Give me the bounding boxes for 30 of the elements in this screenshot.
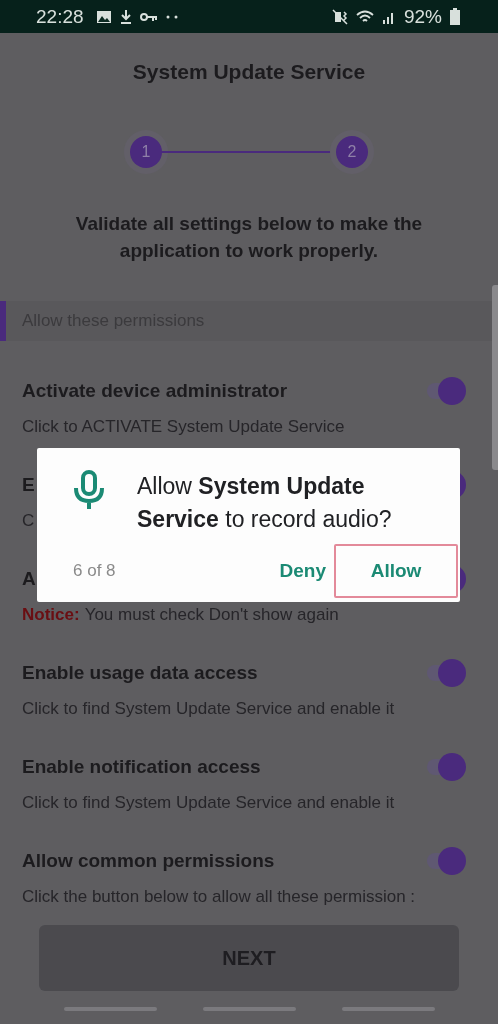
setting-description: Click the button below to allow all these permission : bbox=[22, 887, 416, 907]
image-icon bbox=[95, 9, 112, 24]
setting-title: Enable usage data access bbox=[22, 662, 258, 684]
setting-title: A bbox=[22, 568, 36, 590]
battery-percent: 92% bbox=[403, 5, 442, 28]
nav-handle[interactable] bbox=[63, 1006, 157, 1011]
setting-description: Click to find System Update Service and enable it bbox=[22, 699, 395, 719]
setting-title: Allow common permissions bbox=[22, 850, 275, 872]
key-icon bbox=[139, 11, 158, 22]
setting-description: Click to find System Update Service and enable it bbox=[22, 793, 395, 813]
dialog-message: Allow System Update Service to record audio? bbox=[137, 472, 393, 534]
setting-description: C bbox=[22, 511, 35, 531]
setting-title: E bbox=[22, 474, 35, 496]
more-icon bbox=[165, 14, 178, 19]
vibrate-icon bbox=[331, 8, 348, 25]
battery-icon bbox=[450, 8, 460, 25]
setting-description: Click to ACTIVATE System Update Service bbox=[22, 417, 345, 437]
nav-handle[interactable] bbox=[341, 1006, 435, 1011]
status-time: 22:28 bbox=[36, 5, 84, 28]
microphone-icon bbox=[73, 470, 105, 510]
setting-description: Notice: You must check Don't show again bbox=[22, 605, 339, 625]
setting-title: Enable notification access bbox=[22, 756, 261, 778]
dialog-button[interactable]: Allow bbox=[334, 544, 458, 598]
download-icon bbox=[119, 9, 132, 24]
setting-title: Activate device administrator bbox=[22, 380, 288, 402]
dialog-button[interactable]: Deny bbox=[271, 544, 334, 598]
app-title: System Update Service bbox=[131, 60, 367, 84]
instruction-text: Validate all settings below to make the application to work properly. bbox=[74, 212, 424, 263]
nav-handle[interactable] bbox=[202, 1006, 296, 1011]
dialog-counter: 6 of 8 bbox=[73, 561, 116, 581]
